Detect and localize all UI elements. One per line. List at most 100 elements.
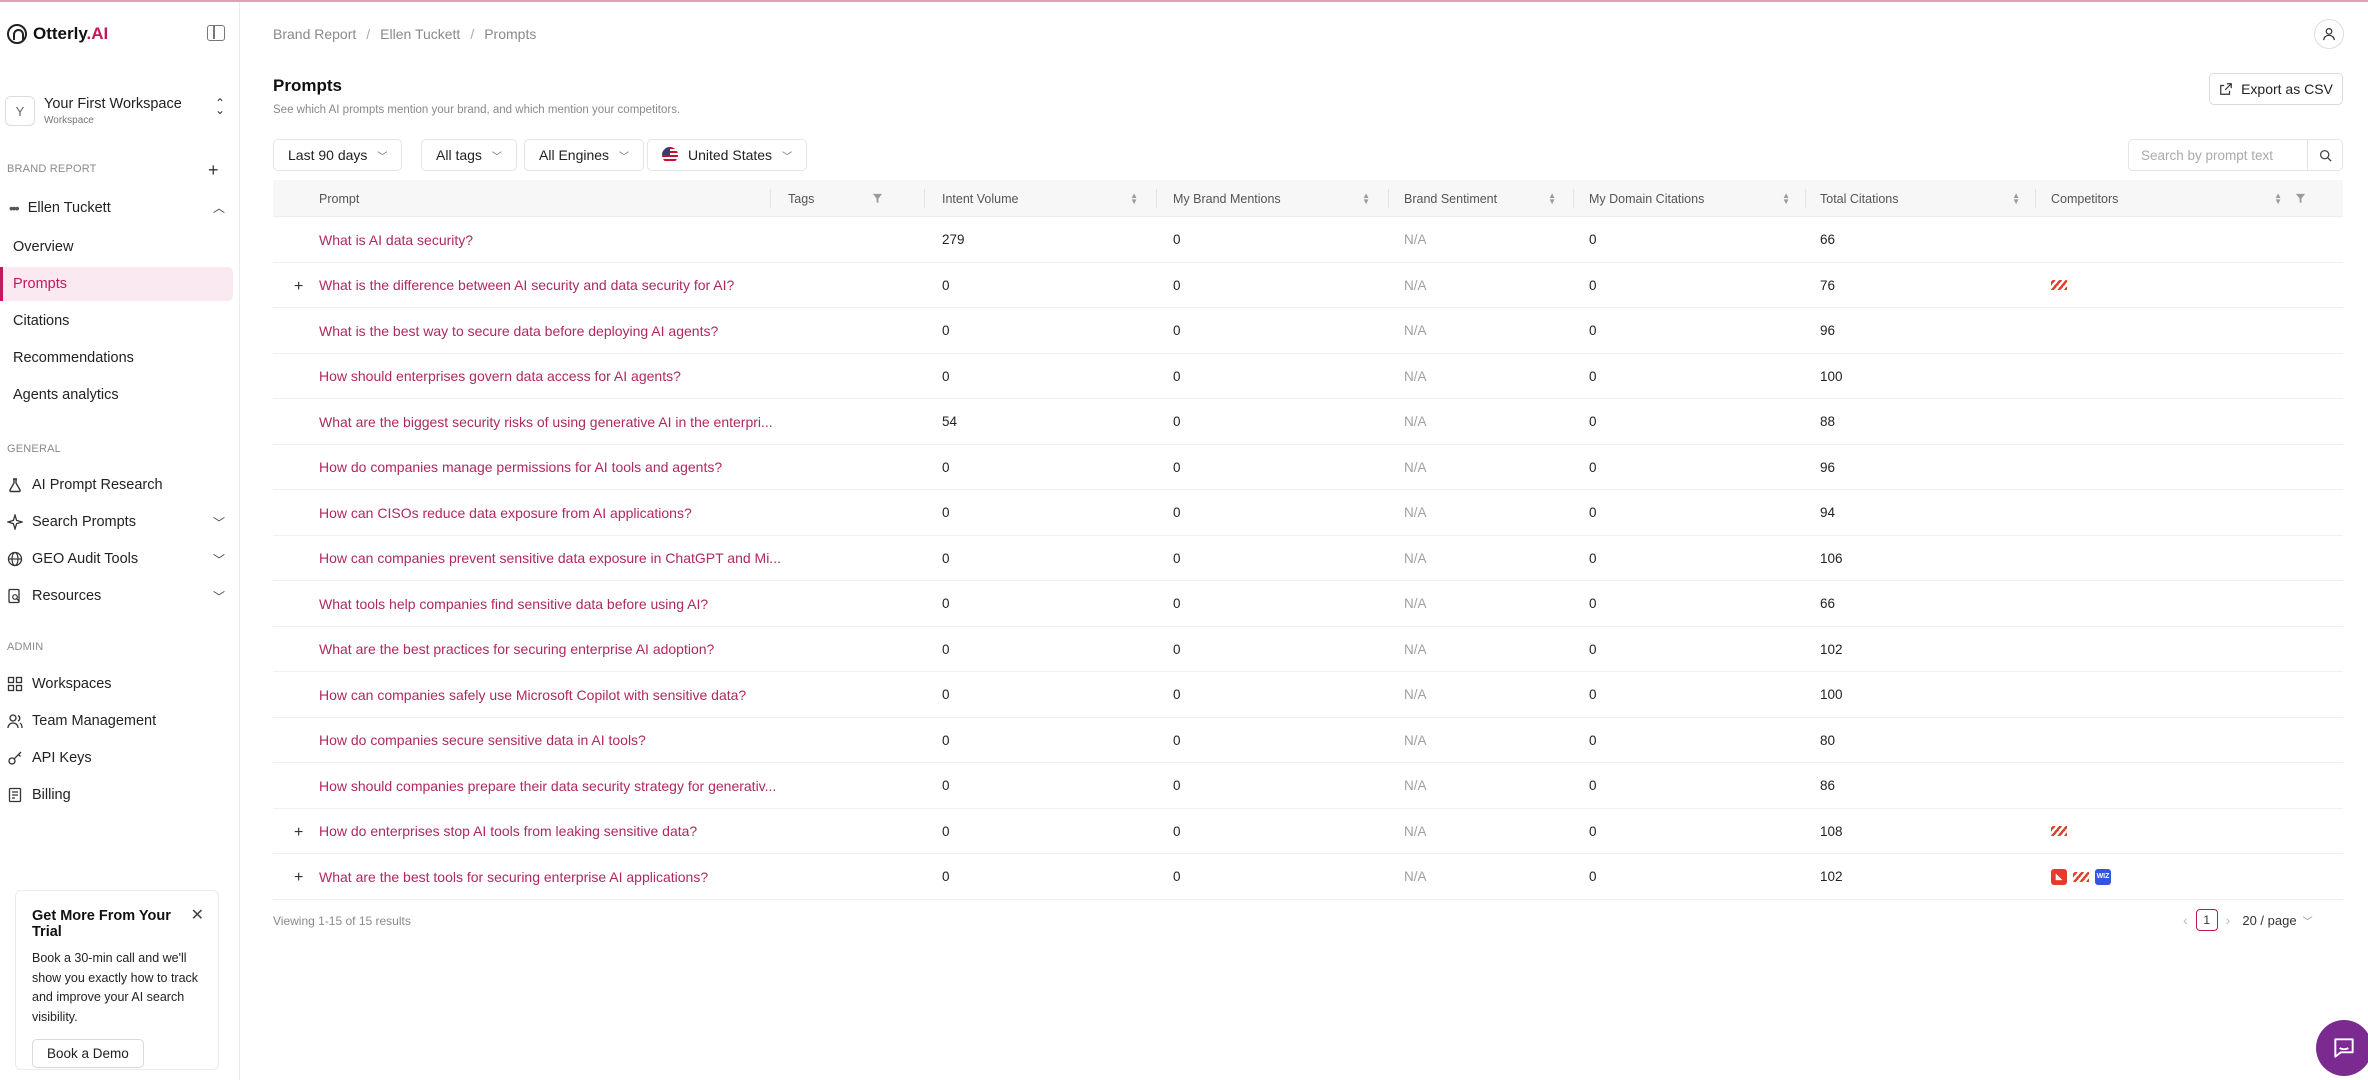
table-row[interactable]: How should companies prepare their data …	[273, 763, 2343, 809]
table-row[interactable]: + How do enterprises stop AI tools from l…	[273, 809, 2343, 854]
prompt-cell[interactable]: How do companies manage permissions for …	[319, 445, 722, 490]
chevron-down-icon: ﹀	[377, 151, 388, 163]
page-subtitle: See which AI prompts mention your brand,…	[273, 104, 681, 116]
header-competitors[interactable]: Competitors ▲ ▼	[2051, 180, 2306, 217]
sidebar-toggle-icon[interactable]	[207, 25, 225, 41]
nav-geo-audit-tools[interactable]: GEO Audit Tools ﹀	[7, 546, 233, 572]
table-row[interactable]: What is the best way to secure data befo…	[273, 308, 2343, 354]
table-row[interactable]: How can companies prevent sensitive data…	[273, 536, 2343, 581]
header-intent-volume[interactable]: Intent Volume ▲ ▼	[942, 180, 1138, 217]
table-row[interactable]: What are the best practices for securing…	[273, 627, 2343, 672]
nav-ai-prompt-research[interactable]: AI Prompt Research	[7, 472, 233, 498]
prev-page-icon[interactable]: ‹	[2183, 912, 2188, 928]
header-brand-sentiment[interactable]: Brand Sentiment ▲ ▼	[1404, 180, 1556, 217]
logo[interactable]: Otterly.AI	[7, 24, 108, 44]
header-divider	[1388, 189, 1389, 208]
user-menu-button[interactable]	[2314, 19, 2344, 49]
table-row[interactable]: What is AI data security? 279 0 N/A 0 66	[273, 217, 2343, 263]
tags-filter[interactable]: All tags ﹀	[421, 139, 517, 171]
export-csv-button[interactable]: Export as CSV	[2209, 73, 2343, 105]
table-row[interactable]: How can CISOs reduce data exposure from …	[273, 490, 2343, 536]
header-tags[interactable]: Tags	[788, 180, 883, 217]
table-row[interactable]: + What are the best tools for securing en…	[273, 854, 2343, 900]
intent-volume-cell: 0	[942, 687, 950, 702]
table-row[interactable]: What tools help companies find sensitive…	[273, 581, 2343, 627]
sort-icon[interactable]: ▲ ▼	[1130, 191, 1138, 205]
prompt-cell[interactable]: How should companies prepare their data …	[319, 763, 776, 808]
nav-workspaces[interactable]: Workspaces	[7, 671, 233, 697]
brand-mentions-cell: 0	[1173, 277, 1181, 293]
nav-prompts[interactable]: Prompts	[0, 267, 233, 301]
prompt-cell[interactable]: What are the biggest security risks of u…	[319, 399, 773, 444]
table-row[interactable]: How should enterprises govern data acces…	[273, 354, 2343, 399]
workspace-switcher[interactable]: Y Your First Workspace Workspace ⌃ ⌄	[5, 92, 233, 130]
chevron-down-icon: ﹀	[491, 151, 502, 163]
table-row[interactable]: How can companies safely use Microsoft C…	[273, 672, 2343, 718]
total-citations-cell: 106	[1820, 550, 1843, 566]
nav-team-management[interactable]: Team Management	[7, 708, 233, 734]
competitor-stripes-logo-icon[interactable]	[2051, 823, 2067, 839]
competitor-stripes-logo-icon[interactable]	[2073, 869, 2089, 885]
nav-agents-analytics[interactable]: Agents analytics	[0, 378, 233, 412]
prompt-cell[interactable]: What is the best way to secure data befo…	[319, 308, 718, 353]
users-icon	[7, 713, 23, 729]
next-page-icon[interactable]: ›	[2226, 912, 2231, 928]
competitor-stripes-logo-icon[interactable]	[2051, 277, 2067, 293]
prompt-cell[interactable]: How should enterprises govern data acces…	[319, 354, 681, 399]
header-domain-citations[interactable]: My Domain Citations ▲ ▼	[1589, 180, 1790, 217]
breadcrumb-brand-report[interactable]: Brand Report	[273, 26, 356, 42]
sort-icon[interactable]: ▲ ▼	[1362, 191, 1370, 205]
prompt-cell[interactable]: What are the best practices for securing…	[319, 627, 714, 672]
expand-row-icon[interactable]: +	[294, 278, 303, 296]
add-brand-plus-icon[interactable]: +	[208, 160, 219, 181]
header-prompt[interactable]: Prompt	[319, 180, 599, 217]
prompt-cell[interactable]: How can CISOs reduce data exposure from …	[319, 490, 692, 535]
prompt-cell[interactable]: What are the best tools for securing ent…	[319, 854, 708, 899]
filter-funnel-icon[interactable]	[872, 193, 883, 204]
breadcrumb-brand[interactable]: Ellen Tuckett	[380, 26, 460, 42]
nav-billing[interactable]: Billing	[7, 782, 233, 808]
competitor-red-logo-icon[interactable]: ◣	[2051, 868, 2067, 885]
search-button[interactable]	[2307, 140, 2342, 170]
prompt-cell[interactable]: What is AI data security?	[319, 217, 473, 262]
engines-filter[interactable]: All Engines ﹀	[524, 139, 645, 171]
search-input[interactable]	[2129, 147, 2307, 163]
engines-value: All Engines	[539, 147, 610, 163]
sort-icon[interactable]: ▲ ▼	[2012, 191, 2020, 205]
close-icon[interactable]: ✕	[191, 905, 204, 925]
book-demo-button[interactable]: Book a Demo	[32, 1039, 144, 1068]
brand-selector[interactable]: ••• Ellen Tuckett ︿	[9, 197, 225, 219]
nav-overview[interactable]: Overview	[0, 230, 233, 264]
prompt-cell[interactable]: How can companies prevent sensitive data…	[319, 536, 781, 581]
prompt-cell[interactable]: What tools help companies find sensitive…	[319, 581, 708, 626]
header-brand-mentions[interactable]: My Brand Mentions ▲ ▼	[1173, 180, 1370, 217]
sort-icon[interactable]: ▲ ▼	[1782, 191, 1790, 205]
nav-label: Workspaces	[32, 676, 112, 692]
nav-api-keys[interactable]: API Keys	[7, 745, 233, 771]
expand-row-icon[interactable]: +	[294, 869, 303, 887]
page-1-button[interactable]: 1	[2195, 909, 2218, 931]
nav-resources[interactable]: Resources ﹀	[7, 583, 233, 609]
table-row[interactable]: What are the biggest security risks of u…	[273, 399, 2343, 445]
expand-row-icon[interactable]: +	[294, 824, 303, 842]
sort-icon[interactable]: ▲ ▼	[2274, 191, 2282, 205]
table-row[interactable]: How do companies secure sensitive data i…	[273, 718, 2343, 763]
table-row[interactable]: How do companies manage permissions for …	[273, 445, 2343, 490]
prompt-cell[interactable]: How can companies safely use Microsoft C…	[319, 672, 746, 717]
competitor-wiz-logo-icon[interactable]: WIZ	[2095, 868, 2111, 885]
prompt-cell[interactable]: How do companies secure sensitive data i…	[319, 718, 646, 763]
prompt-cell[interactable]: What is the difference between AI securi…	[319, 263, 734, 308]
nav-label: Resources	[32, 588, 102, 604]
filter-funnel-icon[interactable]	[2295, 193, 2306, 204]
nav-citations[interactable]: Citations	[0, 304, 233, 338]
nav-search-prompts[interactable]: Search Prompts ﹀	[5, 509, 233, 535]
header-total-citations[interactable]: Total Citations ▲ ▼	[1820, 180, 2020, 217]
table-row[interactable]: + What is the difference between AI secur…	[273, 263, 2343, 308]
page-size-select[interactable]: 20 / page ﹀	[2242, 913, 2312, 928]
nav-recommendations[interactable]: Recommendations	[0, 341, 233, 375]
period-filter[interactable]: Last 90 days ﹀	[273, 139, 403, 171]
country-filter[interactable]: United States ﹀	[647, 139, 808, 171]
chat-support-button[interactable]	[2316, 1020, 2368, 1076]
sort-icon[interactable]: ▲ ▼	[1548, 191, 1556, 205]
prompt-cell[interactable]: How do enterprises stop AI tools from le…	[319, 809, 697, 854]
